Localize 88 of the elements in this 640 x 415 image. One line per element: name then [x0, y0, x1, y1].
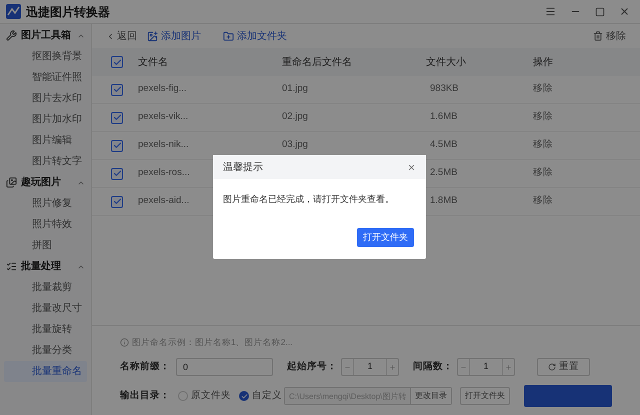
table-cell: 983KB — [430, 83, 459, 94]
checkbox[interactable] — [111, 168, 123, 180]
radio-button[interactable] — [239, 391, 249, 401]
sidebar-item[interactable]: 批量分类 — [4, 340, 87, 361]
table-cell: 02.jpg — [282, 111, 308, 122]
sidebar-item[interactable]: 图片编辑 — [4, 130, 87, 151]
close-icon[interactable] — [407, 162, 416, 172]
plus-icon[interactable] — [389, 364, 396, 370]
checkbox[interactable] — [111, 112, 123, 124]
window-title: 迅捷图片转换器 — [26, 4, 110, 20]
check-icon — [112, 141, 122, 150]
table-cell: 1.6MB — [430, 111, 458, 122]
table-cell: 2.5MB — [430, 167, 458, 178]
check-icon — [112, 85, 122, 94]
remove-link[interactable]: 移除 — [533, 194, 553, 209]
sidebar-group[interactable]: 图片工具箱 — [0, 25, 91, 46]
add-folder-button[interactable]: 添加文件夹 — [223, 28, 287, 44]
table-cell: pexels-aid... — [138, 195, 190, 206]
radio-label: 自定义 — [252, 388, 282, 403]
sidebar-item[interactable]: 拼图 — [4, 235, 87, 256]
output-label: 输出目录： — [120, 388, 170, 403]
dialog-title: 温馨提示 — [223, 160, 263, 174]
table-cell: pexels-nik... — [138, 139, 189, 150]
table-cell: pexels-ros... — [138, 167, 190, 178]
sidebar-item[interactable]: 智能证件照 — [4, 67, 87, 88]
chevron-left-icon — [106, 32, 115, 40]
add-folder-icon — [223, 30, 234, 42]
info-icon — [120, 338, 129, 348]
sidebar-group[interactable]: 趣玩图片 — [0, 172, 91, 193]
trash-icon — [593, 31, 603, 41]
check-icon — [112, 58, 122, 66]
step-stepper[interactable]: 1 — [457, 358, 515, 376]
checkbox[interactable] — [111, 84, 123, 96]
close-icon[interactable] — [619, 6, 630, 17]
step-label: 间隔数： — [413, 360, 453, 374]
start-button[interactable] — [524, 385, 612, 407]
checkbox[interactable] — [111, 56, 123, 68]
checkbox[interactable] — [111, 140, 123, 152]
column-header: 文件大小 — [426, 56, 467, 70]
app-logo-icon — [6, 4, 21, 19]
remove-link[interactable]: 移除 — [533, 138, 553, 153]
table-cell: 03.jpg — [282, 139, 308, 150]
check-icon — [112, 113, 122, 122]
back-button[interactable]: 返回 — [106, 28, 137, 44]
add-image-icon — [147, 30, 158, 42]
sidebar-item[interactable]: 照片特效 — [4, 214, 87, 235]
start-number-stepper[interactable]: 1 — [341, 358, 399, 376]
sidebar-item[interactable]: 批量旋转 — [4, 319, 87, 340]
remove-link[interactable]: 移除 — [533, 166, 553, 181]
prefix-field[interactable]: 0 — [176, 358, 273, 376]
dialog-message: 图片重命名已经完成，请打开文件夹查看。 — [222, 193, 395, 206]
add-image-button[interactable]: 添加图片 — [147, 28, 201, 44]
remove-link[interactable]: 移除 — [533, 82, 553, 97]
prefix-label: 名称前缀： — [120, 360, 170, 374]
open-folder-button[interactable]: 打开文件夹 — [460, 387, 510, 405]
sidebar-item[interactable]: 抠图换背景 — [4, 46, 87, 67]
sidebar-item[interactable]: 批量重命名 — [4, 361, 87, 382]
check-icon — [112, 169, 122, 178]
table-cell: 4.5MB — [430, 139, 458, 150]
sidebar-item[interactable]: 图片去水印 — [4, 88, 87, 109]
table-cell: 1.8MB — [430, 195, 458, 206]
table-cell: pexels-vik... — [138, 111, 188, 122]
plus-icon[interactable] — [505, 364, 512, 370]
sidebar-item[interactable]: 批量裁剪 — [4, 277, 87, 298]
sidebar-group[interactable]: 批量处理 — [0, 256, 91, 277]
menu-icon[interactable] — [545, 6, 556, 17]
column-header: 操作 — [533, 56, 553, 70]
check-icon — [240, 392, 248, 400]
radio-button[interactable] — [178, 391, 188, 401]
sidebar-item[interactable]: 批量改尺寸 — [4, 298, 87, 319]
sidebar-item[interactable]: 图片转文字 — [4, 151, 87, 172]
table-cell: pexels-fig... — [138, 83, 187, 94]
table-cell: 01.jpg — [282, 83, 308, 94]
open-folder-button[interactable]: 打开文件夹 — [357, 228, 414, 247]
check-icon — [112, 197, 122, 206]
remove-button[interactable]: 移除 — [593, 28, 626, 44]
checkbox[interactable] — [111, 196, 123, 208]
remove-link[interactable]: 移除 — [533, 110, 553, 125]
column-header: 重命名后文件名 — [282, 56, 353, 70]
radio-label: 原文件夹 — [191, 388, 231, 403]
start-number-label: 起始序号： — [287, 360, 337, 374]
sidebar-item[interactable]: 图片加水印 — [4, 109, 87, 130]
maximize-icon[interactable] — [595, 6, 605, 16]
sidebar-item[interactable]: 照片修复 — [4, 193, 87, 214]
reset-icon — [548, 363, 556, 371]
column-header: 文件名 — [138, 56, 169, 70]
reset-button[interactable]: 重置 — [537, 358, 590, 376]
naming-hint: 图片命名示例：图片名称1、图片名称2... — [132, 336, 293, 349]
